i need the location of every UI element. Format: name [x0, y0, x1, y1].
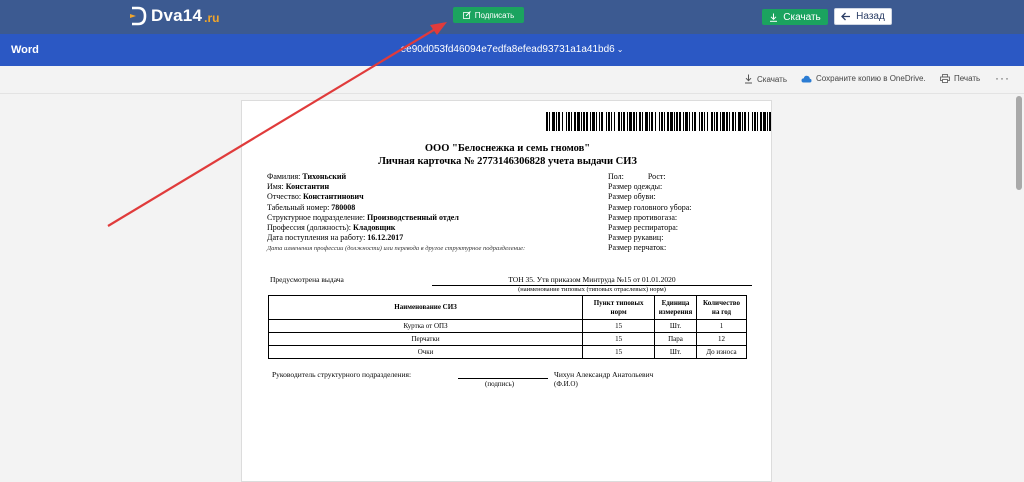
site-logo[interactable]: Dva14 .ru [129, 5, 219, 27]
barcode [546, 112, 771, 131]
table-cell: 1 [696, 319, 747, 333]
toolbar-save-onedrive[interactable]: Сохраните копию в OneDrive. [801, 74, 926, 83]
document-page: ООО "Белоснежка и семь гномов" Личная ка… [241, 100, 772, 482]
head-name: Чихун Александр Анатольевич [554, 370, 654, 379]
table-row: Очки 15 Шт. До износа [267, 345, 747, 359]
size-fields: Пол: Рост: Размер одежды: Размер обуви: Р… [608, 172, 692, 254]
table-cell: 12 [696, 332, 747, 346]
field-label: Имя: [267, 182, 284, 192]
table-row: Куртка от ОПЗ 15 Шт. 1 [267, 319, 747, 333]
field-respirator-size: Размер респиратора: [608, 223, 679, 233]
logo-tld: .ru [204, 10, 220, 25]
column-header: Наименование СИЗ [267, 295, 584, 320]
field-height: Рост: [647, 172, 666, 181]
field-value: Производственный отдел [367, 212, 459, 222]
column-header: Единица измерения [654, 295, 697, 320]
column-header: Количество на год [696, 295, 747, 320]
logo-icon [130, 6, 147, 26]
field-value: Тихоньский [302, 172, 347, 181]
back-button-label: Назад [856, 11, 885, 22]
sign-button-label: Подписать [474, 10, 515, 20]
viewer-toolbar: Скачать Сохраните копию в OneDrive. Печа… [0, 66, 1024, 94]
cloud-icon [801, 75, 812, 82]
toolbar-print-label: Печать [954, 74, 981, 83]
organization-name: ООО "Белоснежка и семь гномов" [424, 143, 591, 154]
file-name-dropdown[interactable]: ee90d053fd46094e7edfa8efead93731a1a41bd6… [0, 44, 1024, 55]
toolbar-print[interactable]: Печать [940, 74, 980, 83]
table-cell: 15 [582, 319, 656, 333]
sign-button[interactable]: Подписать [453, 7, 524, 23]
field-label: Табельный номер: [267, 202, 330, 212]
table-cell: Шт. [654, 345, 697, 359]
table-cell: 15 [582, 345, 656, 359]
field-gender: Пол: [608, 172, 624, 181]
field-note: Дата изменения профессии (должности) или… [267, 245, 526, 253]
field-value: 16.12.2017 [367, 233, 404, 243]
table-cell: Шт. [654, 319, 697, 333]
field-value: 780008 [331, 202, 356, 212]
scrollbar-thumb[interactable] [1016, 96, 1022, 190]
field-change-note: Дата изменения профессии (должности) или… [267, 243, 525, 254]
field-profession: Профессия (должность): Кладовщик [267, 223, 525, 233]
arrow-left-icon [841, 12, 851, 21]
download-icon [770, 13, 778, 22]
field-surname: Фамилия: Тихоньский [267, 172, 525, 182]
field-name: Имя: Константин [267, 182, 525, 192]
card-title: Личная карточка № 2773146306828 учета вы… [378, 156, 637, 167]
table-cell: Пара [654, 332, 697, 346]
pen-icon [462, 11, 471, 19]
column-header: Пункт типовых норм [582, 295, 656, 320]
site-header: Dva14 .ru Подписать Скачать Назад [0, 0, 1024, 34]
siz-table: Наименование СИЗ Пункт типовых норм Един… [267, 295, 747, 359]
field-label: Фамилия: [267, 172, 301, 181]
table-cell: До износа [696, 345, 747, 359]
field-department: Структурное подразделение: Производствен… [267, 213, 525, 223]
chevron-down-icon: ⌄ [616, 45, 624, 54]
back-button[interactable]: Назад [834, 8, 892, 25]
norm-value: ТОН 35. Утв приказом Минтруда №15 от 01.… [432, 275, 752, 286]
head-label: Руководитель структурного подразделения: [272, 370, 412, 379]
table-row: Перчатки 15 Пара 12 [267, 332, 747, 346]
field-clothes-size: Размер одежды: [608, 182, 663, 192]
more-options-icon[interactable]: ··· [995, 71, 1010, 85]
signature-caption: (подпись) [485, 380, 515, 388]
toolbar-onedrive-label: Сохраните копию в OneDrive. [816, 74, 926, 83]
table-header-row: Наименование СИЗ Пункт типовых норм Един… [267, 295, 747, 320]
table-cell: Очки [267, 345, 584, 359]
field-gender-height: Пол: Рост: [608, 172, 692, 182]
field-gasmask-size: Размер противогаза: [608, 212, 678, 222]
field-hire-date: Дата поступления на работу: 16.12.2017 [267, 233, 525, 243]
printer-icon [940, 74, 950, 83]
field-label: Профессия (должность): [267, 223, 351, 233]
toolbar-download-label: Скачать [757, 74, 787, 84]
table-cell: Перчатки [267, 332, 584, 346]
norm-caption: (наименование типовых (типовых отраслевы… [518, 286, 666, 293]
table-cell: Куртка от ОПЗ [267, 319, 584, 333]
download-icon [745, 74, 752, 84]
field-tabno: Табельный номер: 780008 [267, 203, 525, 213]
field-patronymic: Отчество: Константинович [267, 192, 525, 202]
field-label: Дата поступления на работу: [267, 233, 366, 243]
field-shoe-size: Размер обуви: [608, 192, 656, 202]
table-cell: 15 [582, 332, 656, 346]
logo-text: Dva14 [151, 6, 203, 25]
file-name: ee90d053fd46094e7edfa8efead93731a1a41bd6 [400, 44, 615, 55]
field-label: Структурное подразделение: [267, 212, 366, 222]
word-header: Word ee90d053fd46094e7edfa8efead93731a1a… [0, 34, 1024, 66]
provided-label: Предусмотрена выдача [270, 275, 344, 284]
toolbar-download[interactable]: Скачать [744, 74, 787, 84]
field-value: Кладовщик [352, 223, 396, 233]
field-mitten-size: Размер рукавиц: [608, 233, 664, 243]
fio-caption: (Ф.И.О) [554, 380, 578, 388]
download-button[interactable]: Скачать [762, 9, 828, 25]
field-hat-size: Размер головного убора: [608, 202, 692, 212]
signature-line [458, 378, 548, 379]
field-value: Константин [285, 182, 330, 192]
field-glove-size: Размер перчаток: [608, 243, 667, 253]
field-value: Константинович [303, 192, 364, 202]
download-button-label: Скачать [783, 11, 821, 23]
field-label: Отчество: [267, 192, 302, 202]
employee-fields: Фамилия: Тихоньский Имя: Константин Отче… [267, 172, 525, 255]
